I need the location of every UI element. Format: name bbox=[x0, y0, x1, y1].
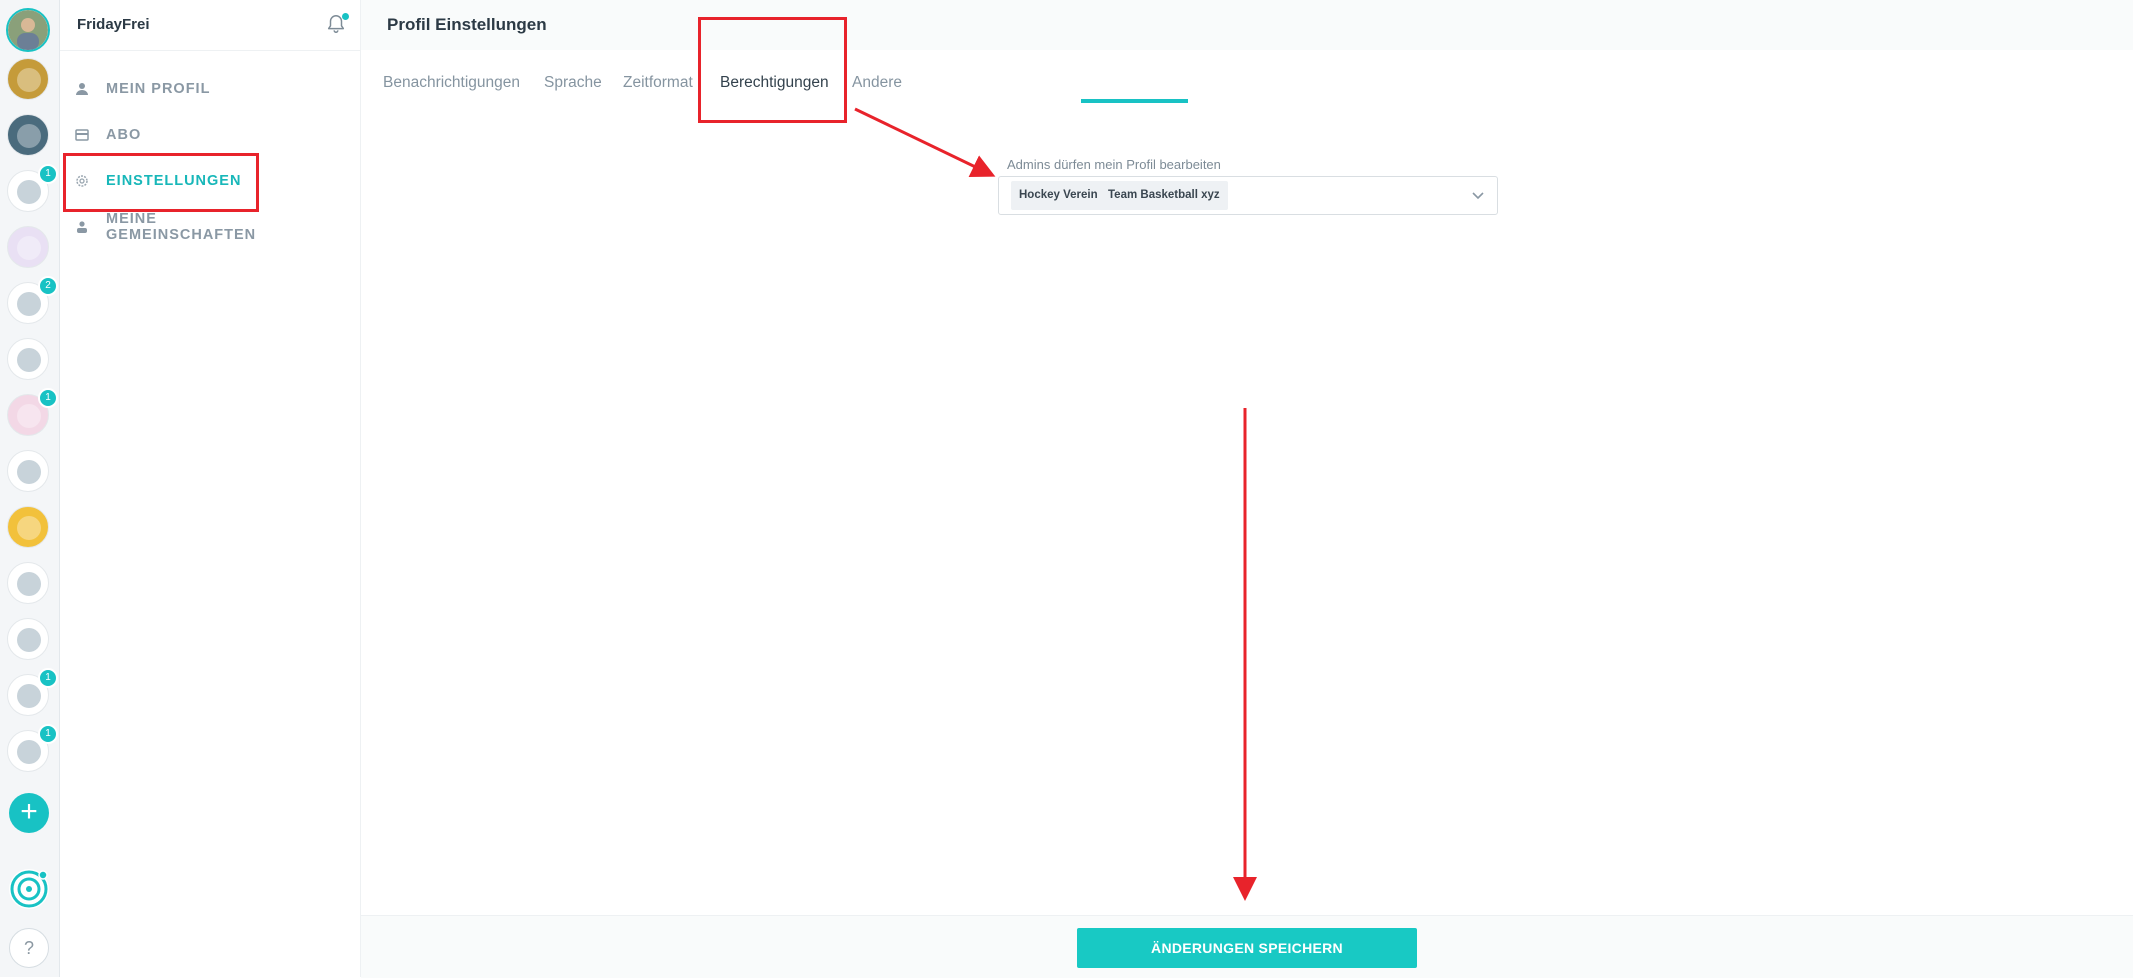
tab-timeformat[interactable]: Zeitformat bbox=[623, 74, 693, 92]
tab-language[interactable]: Sprache bbox=[544, 74, 602, 92]
permissions-label: Admins dürfen mein Profil bearbeiten bbox=[1007, 157, 1221, 172]
highlight-box-tab bbox=[698, 17, 847, 123]
save-changes-button[interactable]: ÄNDERUNGEN SPEICHERN bbox=[1077, 928, 1417, 968]
tab-other[interactable]: Andere bbox=[852, 74, 902, 92]
group-icon bbox=[74, 219, 90, 235]
community-rail: 1 2 1 1 1 + ? bbox=[0, 0, 60, 977]
unread-badge: 2 bbox=[38, 276, 58, 296]
unread-badge: 1 bbox=[38, 164, 58, 184]
active-tab-indicator bbox=[1081, 99, 1188, 103]
community-avatar[interactable] bbox=[7, 226, 49, 268]
sidebar-item-label: MEINE GEMEINSCHAFTEN bbox=[106, 211, 257, 243]
highlight-box-settings bbox=[63, 153, 259, 212]
sidebar-item-label: ABO bbox=[106, 127, 142, 143]
user-avatar[interactable] bbox=[6, 8, 50, 52]
card-icon bbox=[74, 127, 90, 143]
unread-badge: 1 bbox=[38, 724, 58, 744]
sidebar-item-abo[interactable]: ABO bbox=[72, 118, 312, 152]
community-avatar[interactable] bbox=[7, 338, 49, 380]
unread-badge: 1 bbox=[38, 668, 58, 688]
tab-notifications[interactable]: Benachrichtigungen bbox=[383, 74, 520, 92]
page-title: Profil Einstellungen bbox=[387, 15, 547, 34]
sidebar-header: FridayFrei bbox=[60, 0, 360, 51]
community-avatar[interactable] bbox=[7, 562, 49, 604]
help-button[interactable]: ? bbox=[9, 928, 49, 968]
sidebar-item-communities[interactable]: MEINE GEMEINSCHAFTEN bbox=[72, 210, 312, 244]
sidebar-item-label: MEIN PROFIL bbox=[106, 81, 211, 97]
person-icon bbox=[74, 81, 90, 97]
settings-sidebar: FridayFrei MEIN PROFIL ABO EINSTELLUNGEN… bbox=[60, 0, 361, 977]
chevron-down-icon[interactable] bbox=[1471, 188, 1485, 202]
username: FridayFrei bbox=[77, 16, 150, 33]
community-avatar[interactable] bbox=[7, 450, 49, 492]
page-header: Profil Einstellungen bbox=[361, 0, 2133, 50]
community-avatar[interactable] bbox=[7, 618, 49, 660]
selected-chip[interactable]: Team Basketball xyz bbox=[1100, 181, 1228, 210]
unread-badge: 1 bbox=[38, 388, 58, 408]
bell-icon[interactable] bbox=[325, 13, 349, 37]
community-avatar[interactable] bbox=[7, 506, 49, 548]
arrow-to-field bbox=[854, 107, 996, 178]
settings-tabs: Benachrichtigungen Sprache Zeitformat Be… bbox=[361, 50, 2133, 103]
community-avatar[interactable] bbox=[7, 58, 49, 100]
sidebar-item-profile[interactable]: MEIN PROFIL bbox=[72, 72, 312, 106]
add-community-button[interactable]: + bbox=[9, 793, 49, 833]
discover-icon[interactable] bbox=[9, 869, 49, 909]
notification-dot bbox=[342, 13, 349, 20]
admins-multiselect[interactable]: Hockey Verein Team Basketball xyz bbox=[998, 176, 1498, 215]
selected-chip[interactable]: Hockey Verein bbox=[1011, 181, 1106, 210]
community-avatar[interactable] bbox=[7, 114, 49, 156]
